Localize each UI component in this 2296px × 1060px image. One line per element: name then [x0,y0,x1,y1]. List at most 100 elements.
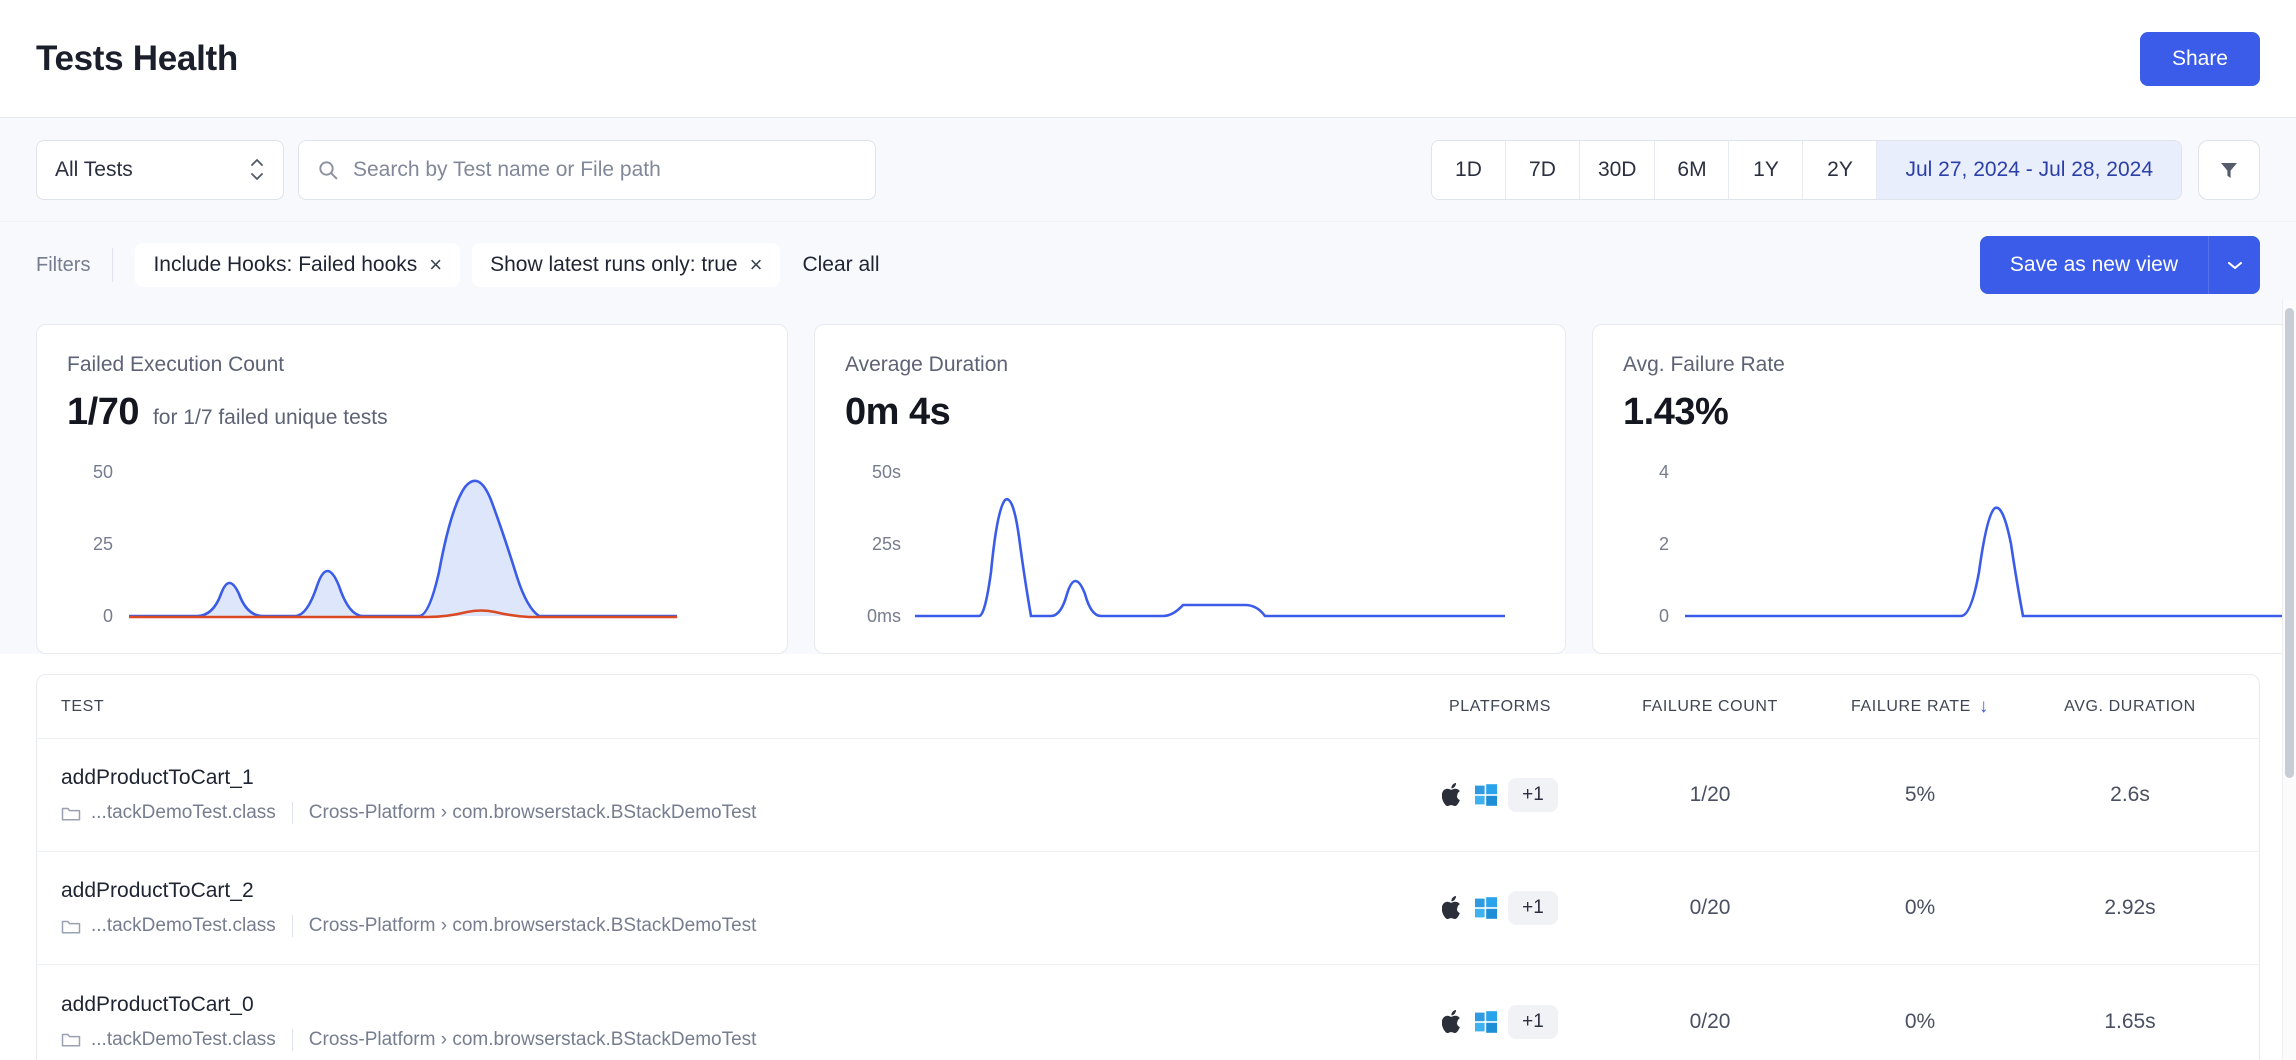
column-header-failure-count[interactable]: FAILURE COUNT [1605,698,1815,716]
folder-icon [61,1031,81,1048]
filter-button[interactable] [2198,140,2260,200]
y-tick-4: 4 [1659,462,1669,482]
meta-divider [292,802,293,824]
folder-icon [61,805,81,822]
scrollbar-thumb[interactable] [2285,308,2294,778]
test-name[interactable]: addProductToCart_2 [61,879,1395,903]
test-path: Cross-Platform › com.browserstack.BStack… [309,1029,757,1051]
clear-all-button[interactable]: Clear all [802,253,879,277]
column-header-failure-rate-label: FAILURE RATE [1851,698,1971,716]
card-title: Average Duration [845,353,1535,377]
share-button[interactable]: Share [2140,32,2260,86]
range-30d[interactable]: 30D [1580,141,1656,199]
search-icon [317,159,339,181]
platform-more-badge[interactable]: +1 [1508,778,1558,812]
series-failure-rate [1685,508,2295,616]
close-icon[interactable]: × [429,254,442,276]
test-meta: ...tackDemoTest.class Cross-Platform › c… [61,802,1395,824]
card-value-row: 1.43% [1623,391,2296,434]
folder-icon [61,918,81,935]
range-1d[interactable]: 1D [1432,141,1506,199]
cell-test: addProductToCart_0 ...tackDemoTest.class… [61,993,1395,1051]
column-header-test[interactable]: TEST [61,698,1395,716]
search-input[interactable] [353,158,857,182]
cell-failure-rate: 0% [1815,896,2025,920]
test-name[interactable]: addProductToCart_1 [61,766,1395,790]
area-fill [129,481,677,616]
range-1y[interactable]: 1Y [1729,141,1803,199]
filter-chip-include-hooks[interactable]: Include Hooks: Failed hooks × [135,243,460,287]
series-avg-duration [915,499,1505,616]
filter-chip-label: Show latest runs only: true [490,253,737,277]
column-header-platforms[interactable]: PLATFORMS [1395,698,1605,716]
cell-platforms: +1 [1395,1005,1605,1039]
test-file: ...tackDemoTest.class [91,915,276,937]
test-file: ...tackDemoTest.class [91,1029,276,1051]
meta-divider [292,1029,293,1051]
test-name[interactable]: addProductToCart_0 [61,993,1395,1017]
test-scope-select[interactable]: All Tests [36,140,284,200]
card-value: 0m 4s [845,391,950,434]
test-meta: ...tackDemoTest.class Cross-Platform › c… [61,1029,1395,1051]
metric-cards: Failed Execution Count 1/70 for 1/7 fail… [0,308,2296,654]
toolbar: All Tests 1D 7D 30D 6M 1Y 2Y Jul 27, 202… [0,118,2296,222]
close-icon[interactable]: × [750,254,763,276]
range-2y[interactable]: 2Y [1803,141,1877,199]
save-view-group: Save as new view [1980,236,2260,294]
card-value: 1/70 [67,391,139,434]
meta-divider [292,915,293,937]
page-title: Tests Health [36,39,238,79]
chart-failed-execution-count: 50 25 0 [67,452,757,637]
test-path: Cross-Platform › com.browserstack.BStack… [309,802,757,824]
windows-icon [1474,896,1498,920]
cell-failure-rate: 5% [1815,783,2025,807]
range-6m[interactable]: 6M [1655,141,1729,199]
card-subtitle: for 1/7 failed unique tests [153,406,388,430]
cell-failure-count: 0/20 [1605,1010,1815,1034]
cell-platforms: +1 [1395,778,1605,812]
y-tick-25: 25 [93,534,113,554]
card-avg-failure-rate: Avg. Failure Rate 1.43% 4 2 0 [1592,324,2296,654]
tests-table: TEST PLATFORMS FAILURE COUNT FAILURE RAT… [36,674,2260,1060]
card-average-duration: Average Duration 0m 4s 50s 25s 0ms [814,324,1566,654]
test-file: ...tackDemoTest.class [91,802,276,824]
save-as-new-view-button[interactable]: Save as new view [1980,236,2208,294]
test-path: Cross-Platform › com.browserstack.BStack… [309,915,757,937]
card-title: Avg. Failure Rate [1623,353,2296,377]
table-row[interactable]: addProductToCart_2 ...tackDemoTest.class… [37,852,2259,965]
filter-chip-latest-runs[interactable]: Show latest runs only: true × [472,243,780,287]
cell-failure-rate: 0% [1815,1010,2025,1034]
table-row[interactable]: addProductToCart_0 ...tackDemoTest.class… [37,965,2259,1060]
filter-chip-label: Include Hooks: Failed hooks [153,253,417,277]
y-tick-25s: 25s [872,534,901,554]
y-tick-2: 2 [1659,534,1669,554]
y-tick-50: 50 [93,462,113,482]
chart-avg-failure-rate: 4 2 0 [1623,452,2296,637]
save-view-dropdown-button[interactable] [2208,236,2260,294]
range-7d[interactable]: 7D [1506,141,1580,199]
card-value-row: 0m 4s [845,391,1535,434]
cell-avg-duration: 1.65s [2025,1010,2235,1034]
cell-platforms: +1 [1395,891,1605,925]
table-row[interactable]: addProductToCart_1 ...tackDemoTest.class… [37,739,2259,852]
card-value: 1.43% [1623,391,1728,434]
windows-icon [1474,783,1498,807]
y-tick-0: 0 [103,606,113,626]
cell-avg-duration: 2.92s [2025,896,2235,920]
windows-icon [1474,1010,1498,1034]
custom-date-range[interactable]: Jul 27, 2024 - Jul 28, 2024 [1877,141,2181,199]
date-range-group: 1D 7D 30D 6M 1Y 2Y Jul 27, 2024 - Jul 28… [1431,140,2182,200]
apple-icon [1442,782,1464,808]
search-box[interactable] [298,140,876,200]
test-scope-value: All Tests [55,158,249,182]
cell-avg-duration: 2.6s [2025,783,2235,807]
filters-divider [112,248,113,282]
test-meta: ...tackDemoTest.class Cross-Platform › c… [61,915,1395,937]
filters-label: Filters [36,254,90,277]
column-header-failure-rate[interactable]: FAILURE RATE ↓ [1815,697,2025,716]
apple-icon [1442,1009,1464,1035]
column-header-avg-duration[interactable]: AVG. DURATION [2025,698,2235,716]
platform-more-badge[interactable]: +1 [1508,1005,1558,1039]
platform-more-badge[interactable]: +1 [1508,891,1558,925]
series-executions [129,481,677,616]
